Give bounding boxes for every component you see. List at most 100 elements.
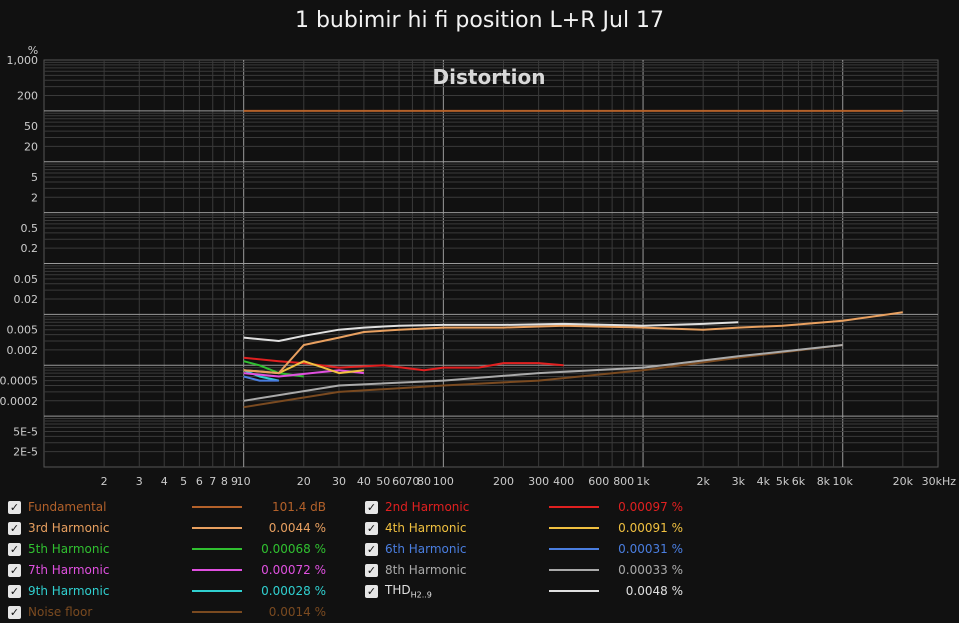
legend-swatch [549, 506, 599, 508]
x-tick-label: 4 [161, 475, 168, 488]
x-tick-label: 1k [636, 475, 650, 488]
legend-item-8th-harmonic: ✓ 8th Harmonic 0.00033 % [365, 560, 683, 580]
legend-swatch [549, 590, 599, 592]
legend-label: 8th Harmonic [385, 563, 545, 577]
y-tick-label: 0.05 [14, 273, 39, 286]
legend-swatch [549, 548, 599, 550]
y-tick-label: 2 [31, 191, 38, 204]
legend-value: 0.00091 % [618, 521, 683, 535]
legend-checkbox-4th-harmonic[interactable]: ✓ [365, 521, 378, 535]
x-tick-label: 10 [237, 475, 251, 488]
legend-checkbox-2nd-harmonic[interactable]: ✓ [365, 500, 378, 514]
y-tick-label: 2E-5 [13, 446, 38, 459]
legend-value: 0.00031 % [618, 542, 683, 556]
legend-name: Noise floor [28, 605, 93, 619]
y-tick-labels: 1,0002005020520.50.20.050.020.0050.0020.… [0, 54, 38, 459]
legend-name: 7th Harmonic [28, 563, 110, 577]
legend-checkbox-noise-floor[interactable]: ✓ [8, 605, 21, 619]
legend-name: 9th Harmonic [28, 584, 110, 598]
legend-item-thd: ✓ THDH2..9 0.0048 % [365, 581, 683, 601]
legend-name: 6th Harmonic [385, 542, 467, 556]
legend-swatch [549, 569, 599, 571]
legend-checkbox-7th-harmonic[interactable]: ✓ [8, 563, 21, 577]
x-tick-label: 20k [893, 475, 914, 488]
x-tick-label: 300 [528, 475, 549, 488]
legend-checkbox-3rd-harmonic[interactable]: ✓ [8, 521, 21, 535]
legend-label: Fundamental [28, 500, 188, 514]
legend-item-5th-harmonic: ✓ 5th Harmonic 0.00068 % [8, 539, 326, 559]
legend-swatch [192, 611, 242, 613]
x-tick-label: 80 [417, 475, 431, 488]
y-tick-label: 0.02 [14, 293, 39, 306]
legend-swatch [192, 590, 242, 592]
legend-name-subscript: H2..9 [410, 590, 432, 600]
legend-item-2nd-harmonic: ✓ 2nd Harmonic 0.00097 % [365, 497, 683, 517]
x-tick-label: 2 [101, 475, 108, 488]
y-tick-label: 5E-5 [13, 425, 38, 438]
y-tick-label: 200 [17, 90, 38, 103]
legend-value: 0.00033 % [618, 563, 683, 577]
y-tick-label: 0.5 [21, 222, 39, 235]
x-tick-label: 8k [817, 475, 831, 488]
x-tick-label: 4k [757, 475, 771, 488]
legend-name: Fundamental [28, 500, 107, 514]
x-tick-label: 200 [493, 475, 514, 488]
y-tick-label: 0.005 [7, 324, 39, 337]
x-tick-label: 60 [392, 475, 406, 488]
legend-label: 9th Harmonic [28, 584, 188, 598]
legend-swatch [192, 569, 242, 571]
x-tick-label: 6 [196, 475, 203, 488]
x-tick-label: 30 [332, 475, 346, 488]
y-unit-label: % [28, 44, 38, 57]
legend-label: 6th Harmonic [385, 542, 545, 556]
x-tick-label: 50 [376, 475, 390, 488]
series-line-3rd-harmonic [243, 311, 903, 375]
x-tick-labels: 2 3 4 5 6 7 8 910 20 30 40 50 60 7080 100 200 300 400 600 8… [101, 475, 957, 488]
series-line-thd [243, 321, 739, 342]
x-tick-label: 40 [357, 475, 371, 488]
legend-checkbox-fundamental[interactable]: ✓ [8, 500, 21, 514]
x-tick-label: 100 [433, 475, 454, 488]
x-tick-label: 2k [696, 475, 710, 488]
legend-checkbox-5th-harmonic[interactable]: ✓ [8, 542, 21, 556]
legend-checkbox-9th-harmonic[interactable]: ✓ [8, 584, 21, 598]
legend: ✓ Fundamental 101.4 dB ✓ 2nd Harmonic 0.00097… [0, 497, 959, 623]
y-tick-label: 0.2 [21, 242, 39, 255]
distortion-annotation: Distortion [433, 65, 546, 89]
legend-checkbox-thd[interactable]: ✓ [365, 584, 378, 598]
legend-label: Noise floor [28, 605, 188, 619]
legend-name: 2nd Harmonic [385, 500, 470, 514]
legend-name: 5th Harmonic [28, 542, 110, 556]
x-tick-label: 6k [792, 475, 806, 488]
y-tick-label: 0.0005 [0, 375, 38, 388]
legend-checkbox-6th-harmonic[interactable]: ✓ [365, 542, 378, 556]
x-tick-label: 10k [833, 475, 854, 488]
legend-item-4th-harmonic: ✓ 4th Harmonic 0.00091 % [365, 518, 683, 538]
x-tick-label: 20 [297, 475, 311, 488]
x-tick-label: 5 [180, 475, 187, 488]
legend-swatch [192, 527, 242, 529]
legend-label: 7th Harmonic [28, 563, 188, 577]
legend-label: 3rd Harmonic [28, 521, 188, 535]
legend-name: THD [385, 582, 411, 597]
series-lines [243, 109, 903, 409]
x-tick-label: 600 [588, 475, 609, 488]
legend-value: 101.4 dB [271, 500, 326, 514]
x-tick-label: 30kHz [922, 475, 957, 488]
x-tick-label: 8 [221, 475, 228, 488]
x-tick-label: 3k [732, 475, 746, 488]
x-tick-label: 400 [553, 475, 574, 488]
x-tick-label: 7 [209, 475, 216, 488]
legend-value: 0.0044 % [268, 521, 326, 535]
legend-swatch [549, 527, 599, 529]
legend-item-fundamental: ✓ Fundamental 101.4 dB [8, 497, 326, 517]
legend-name: 3rd Harmonic [28, 521, 110, 535]
legend-checkbox-8th-harmonic[interactable]: ✓ [365, 563, 378, 577]
legend-name: 8th Harmonic [385, 563, 467, 577]
y-tick-label: 20 [24, 140, 38, 153]
legend-name: 4th Harmonic [385, 521, 467, 535]
legend-value: 0.0014 % [268, 605, 326, 619]
legend-item-6th-harmonic: ✓ 6th Harmonic 0.00031 % [365, 539, 683, 559]
legend-label: 5th Harmonic [28, 542, 188, 556]
distortion-plot: 2 3 4 5 6 7 8 910 20 30 40 50 60 7080 100 200 300 400 600 8… [0, 44, 957, 488]
